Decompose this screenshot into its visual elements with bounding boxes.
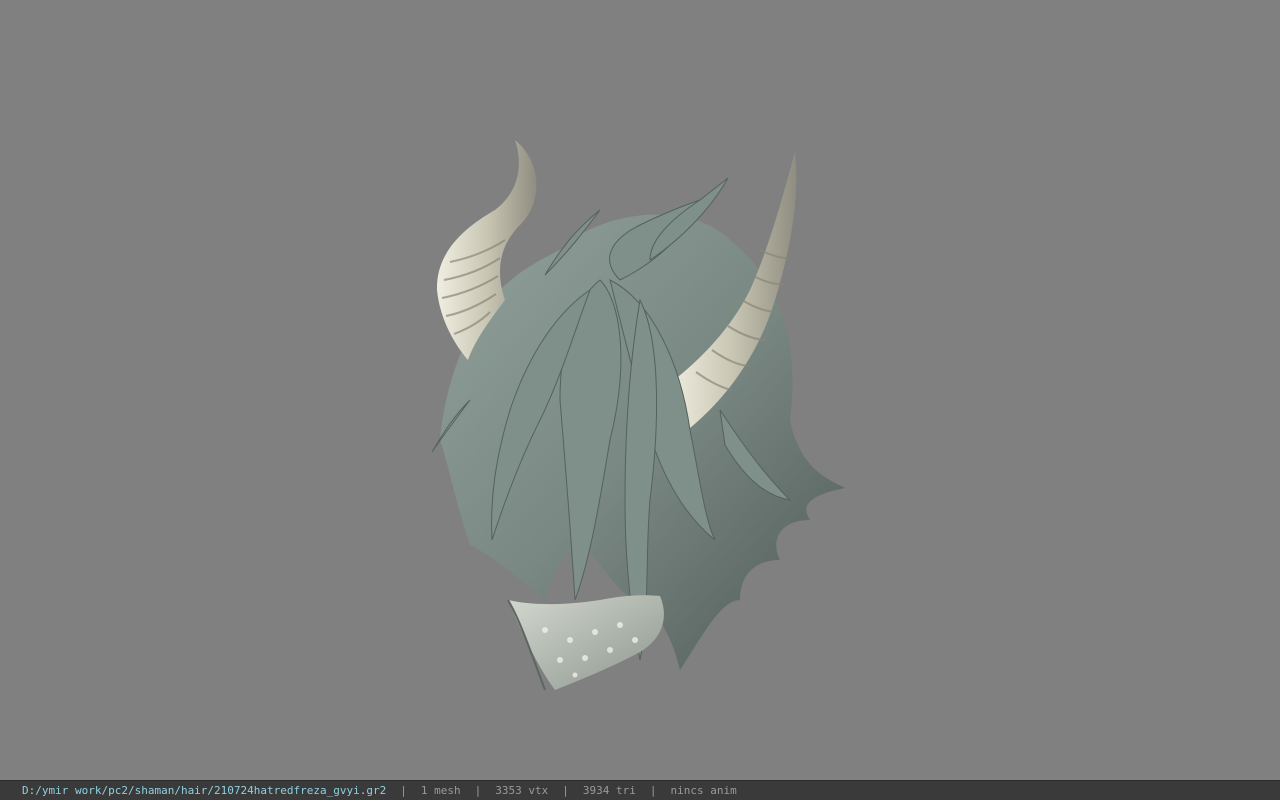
animation-status: nincs anim	[670, 784, 737, 797]
separator: |	[649, 784, 657, 797]
hair-model-icon[interactable]	[0, 0, 1280, 780]
vertex-count: 3353 vtx	[495, 784, 549, 797]
separator: |	[562, 784, 569, 797]
3d-viewport[interactable]	[0, 0, 1280, 780]
file-path: D:/ymir work/pc2/shaman/hair/210724hatre…	[22, 784, 387, 797]
triangle-count: 3934 tri	[582, 784, 636, 797]
separator: |	[474, 784, 482, 797]
status-bar: D:/ymir work/pc2/shaman/hair/210724hatre…	[0, 780, 1280, 800]
face-mask	[507, 595, 664, 691]
separator: |	[400, 784, 407, 797]
mesh-count: 1 mesh	[420, 784, 461, 797]
